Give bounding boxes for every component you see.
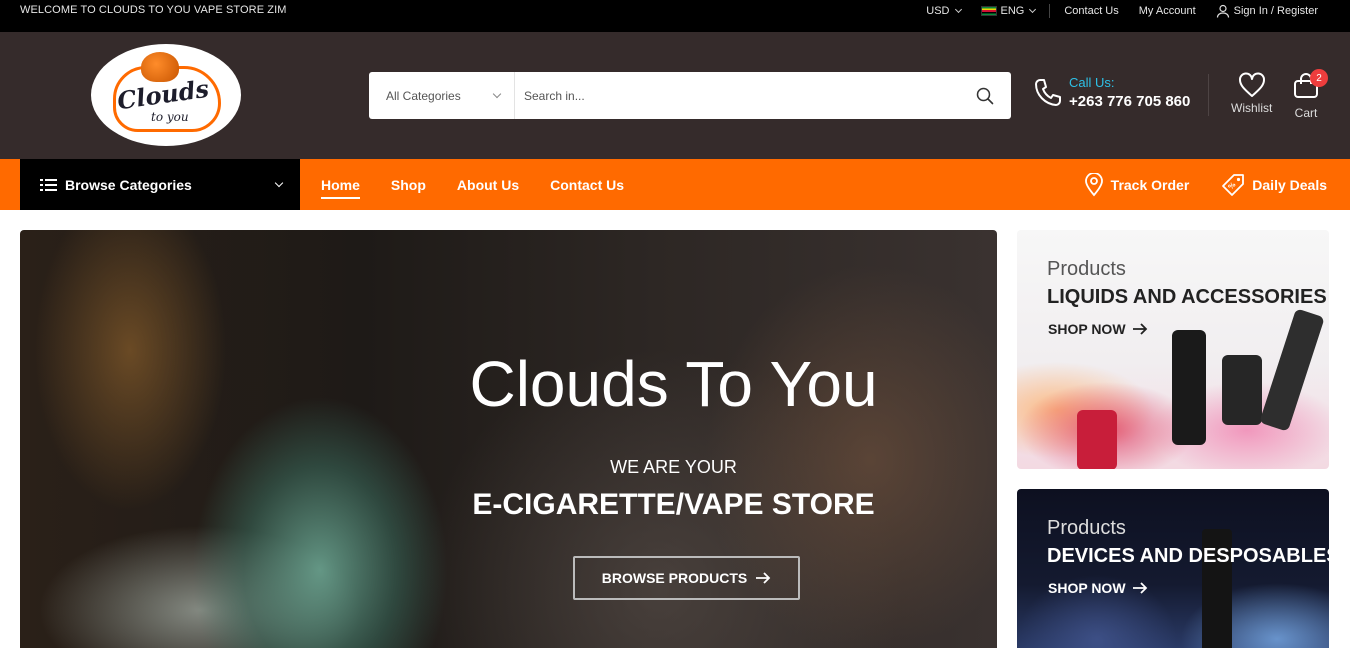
zimbabwe-flag-icon [980, 6, 997, 16]
hero-headline: E-CIGARETTE/VAPE STORE [472, 488, 875, 521]
browse-products-label: BROWSE PRODUCTS [601, 570, 748, 586]
hero-subtitle: WE ARE YOUR [610, 457, 737, 477]
my-account-link[interactable]: My Account [1129, 5, 1206, 17]
sign-in-label: Sign In / Register [1233, 5, 1318, 17]
arrow-right-icon [1132, 582, 1147, 594]
category-select[interactable]: All Categories [369, 72, 515, 119]
daily-deals-link[interactable]: % Daily Deals [1221, 173, 1327, 197]
banner-kicker: Products [1047, 258, 1126, 280]
list-icon [40, 178, 57, 191]
nav-item-home[interactable]: Home [321, 177, 360, 199]
cart-label: Cart [1294, 106, 1318, 120]
shop-now-link[interactable]: SHOP NOW [1048, 321, 1148, 337]
nav-item-contact-us[interactable]: Contact Us [550, 177, 624, 193]
browse-categories-button[interactable]: Browse Categories [20, 159, 300, 210]
hero-banner: Clouds To You WE ARE YOUR E-CIGARETTE/VA… [20, 230, 997, 648]
search-button[interactable] [959, 72, 1011, 119]
product-image [1222, 355, 1262, 425]
currency-value: USD [926, 5, 950, 17]
nav-item-about-us[interactable]: About Us [457, 177, 519, 193]
product-image [1172, 330, 1206, 445]
banner-kicker: Products [1047, 517, 1126, 539]
product-image [1259, 308, 1325, 432]
promo-banner-liquids[interactable]: Products LIQUIDS AND ACCESSORIES SHOP NO… [1017, 230, 1329, 469]
currency-selector[interactable]: USD [916, 5, 970, 17]
phone-icon [1035, 78, 1061, 106]
welcome-message: WELCOME TO CLOUDS TO YOU VAPE STORE ZIM [20, 4, 287, 16]
browse-products-button[interactable]: BROWSE PRODUCTS [573, 556, 800, 600]
wishlist-label: Wishlist [1231, 101, 1273, 115]
chevron-down-icon [1029, 5, 1037, 14]
call-us[interactable]: Call Us: +263 776 705 860 [1033, 75, 1190, 110]
user-icon [1216, 4, 1229, 18]
contact-us-link[interactable]: Contact Us [1054, 5, 1128, 17]
top-bar: WELCOME TO CLOUDS TO YOU VAPE STORE ZIM … [0, 0, 1350, 32]
shop-now-label: SHOP NOW [1048, 580, 1126, 596]
cart-button[interactable]: 2 Cart [1292, 69, 1328, 120]
arrow-right-icon [1132, 323, 1147, 335]
phone-number: +263 776 705 860 [1069, 93, 1191, 110]
banner-title: DEVICES AND DESPOSABLES [1047, 545, 1329, 567]
chevron-down-icon [954, 5, 962, 14]
browse-categories-label: Browse Categories [65, 176, 192, 193]
shop-now-label: SHOP NOW [1048, 321, 1126, 337]
search-icon [976, 87, 994, 104]
cart-count-badge: 2 [1310, 69, 1328, 87]
sign-in-link[interactable]: Sign In / Register [1206, 4, 1328, 18]
call-us-label: Call Us: [1069, 75, 1115, 90]
promo-banner-devices[interactable]: Products DEVICES AND DESPOSABLES SHOP NO… [1017, 489, 1329, 648]
chevron-down-icon [274, 178, 284, 187]
wishlist-button[interactable]: Wishlist [1231, 72, 1272, 115]
hero-title: Clouds To You [469, 348, 878, 420]
daily-deals-label: Daily Deals [1252, 176, 1327, 193]
arrow-right-icon [756, 572, 771, 584]
logo-subtext: to you [151, 110, 189, 124]
chevron-down-icon [492, 89, 502, 98]
top-bar-links: USD ENG Contact Us My Account Sign In / … [916, 0, 1328, 22]
category-select-value: All Categories [386, 88, 461, 103]
search-input[interactable] [515, 73, 959, 118]
nav-menu: Home Shop About Us Contact Us [321, 159, 624, 210]
main-navigation: Browse Categories Home Shop About Us Con… [0, 159, 1350, 210]
map-pin-icon [1084, 172, 1103, 196]
site-header: Clouds to you All Categories Call Us: +2… [0, 32, 1350, 159]
divider [1049, 4, 1051, 18]
language-selector[interactable]: ENG [971, 5, 1046, 17]
site-logo[interactable]: Clouds to you [91, 44, 241, 146]
shop-now-link[interactable]: SHOP NOW [1048, 580, 1148, 596]
divider [1208, 74, 1209, 116]
banner-title: LIQUIDS AND ACCESSORIES [1047, 286, 1327, 308]
language-value: ENG [1000, 5, 1025, 17]
heart-icon [1238, 72, 1265, 97]
svg-text:%: % [1227, 180, 1238, 191]
tag-icon: % [1222, 173, 1245, 196]
track-order-label: Track Order [1110, 176, 1190, 193]
nav-right-links: Track Order % Daily Deals [1084, 159, 1327, 210]
nav-item-shop[interactable]: Shop [391, 177, 426, 193]
product-image [1077, 410, 1117, 469]
track-order-link[interactable]: Track Order [1084, 172, 1190, 197]
search-bar: All Categories [369, 72, 1011, 119]
